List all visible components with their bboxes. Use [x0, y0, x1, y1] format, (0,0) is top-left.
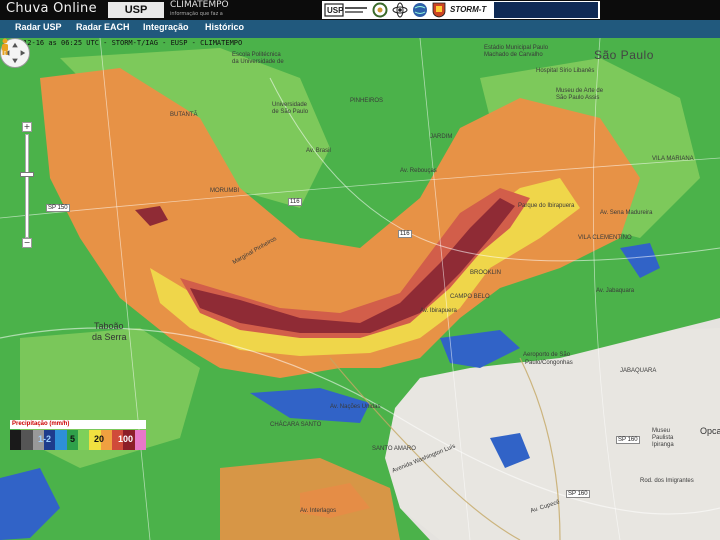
atom-icon [392, 2, 408, 18]
label-da-serra: da Serra [92, 332, 127, 342]
label-ipiranga-2: Paulista [652, 435, 674, 441]
label-estadio: Estádio Municipal Paulo [484, 45, 549, 51]
zoom-in-button[interactable]: + [22, 122, 32, 132]
label-cidade-univ-2: de São Paulo [272, 109, 309, 115]
label-vila-mariana: VILA MARIANA [652, 156, 694, 162]
label-santo-amaro: SANTO AMARO [372, 446, 416, 452]
legend-label: 20 [94, 434, 105, 444]
nav-item-integracao[interactable]: Integração [143, 22, 189, 32]
road-shield: SP 160 [616, 436, 640, 444]
label-museu-2: São Paulo Assis [556, 95, 600, 101]
label-brooklin: BROOKLIN [470, 270, 502, 276]
label-campo-belo: CAMPO BELO [450, 294, 490, 300]
label-rod-imigrantes: Rod. dos Imigrantes [640, 478, 694, 484]
label-ipiranga: Museu [652, 428, 671, 434]
label-opca: Opca [700, 426, 720, 436]
header-bar: Chuva Online USP CLIMATEMPO informação q… [0, 0, 720, 27]
label-av-brasil: Av. Brasil [306, 148, 331, 154]
label-jardim: JARDIM [430, 134, 453, 140]
legend-label: 100 [118, 434, 134, 444]
precipitation-legend: Precipitação (mm/h) 1-2 5 20 100 [10, 420, 147, 454]
usp-iag-logo: USP [324, 3, 367, 17]
label-av-sena: Av. Sena Madureira [600, 210, 653, 216]
app-title: Chuva Online [6, 1, 97, 16]
nav-item-historico[interactable]: Histórico [205, 22, 244, 32]
label-escola-2: da Universidade de [232, 59, 284, 65]
emblem-icon [372, 2, 388, 18]
partner-logos: USP STORM-T [322, 1, 600, 19]
label-parque-ibirapuera: Parque do Ibirapuera [518, 203, 575, 209]
label-sao-paulo: São Paulo [594, 48, 654, 62]
nav-item-radar-each[interactable]: Radar EACH [76, 22, 130, 32]
legend-label: 5 [70, 434, 76, 444]
legend-color-cell [21, 430, 34, 450]
label-av-jabaquara: Av. Jabaquara [596, 288, 635, 294]
road-shield: 116 [398, 230, 412, 238]
label-vila-clementino: VILA CLEMENTINO [578, 235, 632, 241]
zoom-slider-track[interactable] [25, 134, 29, 238]
radar-timestamp: 2014-12-16 as 06:25 UTC - STORM-T/IAG - … [2, 39, 243, 47]
storm-t-tagline-banner [494, 2, 598, 18]
climatempo-logo-text: CLIMATEMPO [170, 0, 229, 10]
label-chacara: CHÁCARA SANTO [270, 422, 322, 428]
legend-color-cell [55, 430, 68, 450]
nav-bar: Radar USP Radar EACH Integração Históric… [0, 20, 720, 38]
nav-item-radar-usp[interactable]: Radar USP [15, 22, 62, 32]
pegman-icon[interactable] [0, 38, 10, 56]
svg-text:USP: USP [327, 6, 344, 15]
label-av-interlagos: Av. Interlagos [300, 508, 337, 514]
label-estadio-2: Machado de Carvalho [484, 52, 543, 58]
storm-t-logo: STORM-T [450, 5, 487, 14]
road-shield: 116 [288, 198, 302, 206]
usp-logo: USP [108, 2, 164, 18]
legend-color-cell [78, 430, 90, 450]
legend-color-cell [134, 430, 147, 450]
legend-label: 1-2 [38, 434, 52, 444]
globe-icon [413, 3, 427, 17]
legend-color-cell [10, 430, 22, 450]
zoom-out-button[interactable]: − [22, 238, 32, 248]
label-aeroporto-2: Paulo/Congonhas [525, 360, 573, 366]
label-av-reboucas: Av. Rebouças [400, 168, 437, 174]
label-museu: Museu de Arte de [556, 88, 604, 94]
road-shield: SP 150 [46, 204, 70, 212]
road-shield: SP 160 [566, 490, 590, 498]
label-hospital: Hospital Sírio Libanês [536, 68, 595, 74]
legend-title: Precipitação (mm/h) [10, 420, 146, 429]
shield-emblem-icon [432, 2, 446, 18]
label-av-ibirapuera: Av. Ibirapuera [420, 308, 457, 314]
radar-map[interactable]: 2014-12-16 as 06:25 UTC - STORM-T/IAG - … [0, 38, 720, 540]
label-av-nacoes: Av. Nações Unidas [330, 404, 381, 410]
label-taboao: Taboão [94, 321, 124, 331]
climatempo-logo: CLIMATEMPO informação que faz a diferenç… [170, 0, 236, 27]
label-pinheiros: PINHEIROS [350, 98, 384, 104]
label-ipiranga-3: Ipiranga [652, 442, 674, 448]
label-butanta: BUTANTÃ [170, 112, 198, 118]
label-cidade-univ: Universidade [272, 102, 308, 108]
label-morumbi: MORUMBI [210, 188, 239, 194]
label-aeroporto: Aeroporto de São [523, 352, 571, 358]
label-escola: Escola Politécnica [232, 52, 281, 58]
label-jabaquara: JABAQUARA [620, 368, 657, 374]
zoom-slider-handle[interactable] [20, 172, 34, 177]
